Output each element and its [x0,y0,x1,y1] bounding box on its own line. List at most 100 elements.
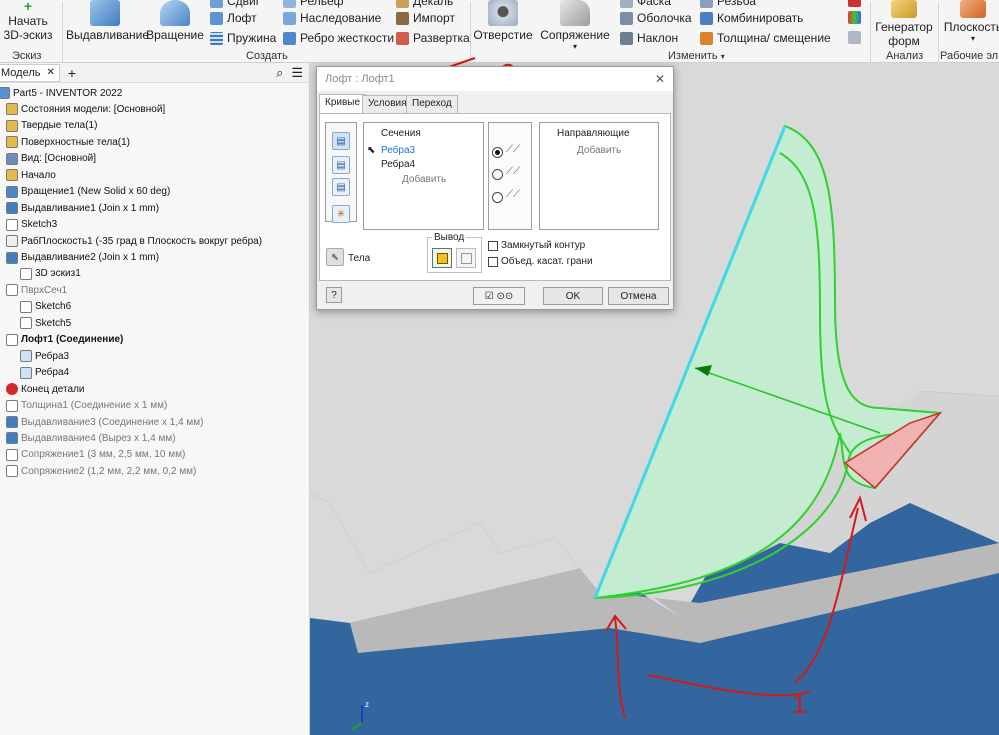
start-3d-sketch-button[interactable]: + Начать 3D-эскиз [2,0,54,42]
shell-button[interactable]: Оболочка [620,11,692,25]
tree-item[interactable]: Sketch6 [20,299,71,315]
dialog-title: Лофт : Лофт1 [325,73,395,85]
tree-item[interactable]: Состояния модели: [Основной] [6,101,165,117]
unite-button[interactable]: Сдвиг [210,0,260,8]
tree-item[interactable]: Выдавливание2 (Join x 1 mm) [6,250,159,266]
tree-item[interactable]: Толщина1 (Соединение x 1 мм) [6,398,167,414]
rib-button[interactable]: Ребро жесткости [283,31,394,45]
relief-button[interactable]: Рельеф [283,0,344,8]
chamfer-icon [620,0,633,8]
decal-button[interactable]: Декаль [396,0,453,8]
derive-button[interactable]: Наследование [283,11,381,25]
close-icon[interactable]: ✕ [46,67,54,78]
color-tool-button[interactable] [848,11,861,24]
tree-item[interactable]: Выдавливание3 (Соединение x 1,4 мм) [6,414,203,430]
fillet-button[interactable]: Сопряжение ▾ [538,0,612,51]
add-tab-button[interactable]: + [68,65,76,81]
tree-item[interactable]: Выдавливание4 (Вырез x 1,4 мм) [6,430,176,446]
sections-add-link[interactable]: Добавить [402,174,446,185]
unfold-button[interactable]: Развертка [396,31,470,45]
close-icon[interactable]: ✕ [655,72,665,86]
tree-item[interactable]: ПврхСеч1 [6,282,67,298]
tree-item[interactable]: Part5 - INVENTOR 2022 [0,85,122,101]
modify-group-label[interactable]: Изменить ▾ [668,50,725,62]
select-sketch-button[interactable]: ▤ [332,156,350,174]
delete-face-button[interactable] [848,31,861,44]
ok-button[interactable]: OK [543,287,603,305]
extra-tool-button[interactable] [848,0,861,7]
tree-item[interactable]: Сопряжение1 (3 мм, 2,5 мм, 10 мм) [6,447,185,463]
tree-item[interactable]: Sketch3 [6,217,57,233]
plane-button[interactable]: Плоскость ▾ [940,0,999,43]
thicken-label: Толщина/ смещение [717,31,831,45]
tree-item-label: Лофт1 (Соединение) [21,334,124,346]
select-sections-button[interactable]: ▤ [332,132,350,150]
folder-icon [6,169,18,182]
select-profile-button[interactable]: ▤ [332,178,350,196]
cancel-button[interactable]: Отмена [608,287,669,305]
tab-conditions[interactable]: Условия [362,95,413,113]
plane-label: Плоскость [943,20,999,34]
select-point-button[interactable]: ✳ [332,205,350,223]
combine-label: Комбинировать [717,11,804,25]
import-button[interactable]: Импорт [396,11,455,25]
loft-type-centerline-radio[interactable] [492,169,503,180]
loft-button[interactable]: Лофт [210,11,257,25]
preview-toggle[interactable]: ☑ ⊙⊙ [473,287,525,305]
tree-item[interactable]: 3D эскиз1 [20,266,81,282]
tree-item[interactable]: Ребра4 [20,365,69,381]
ok-label: OK [565,290,581,302]
tree-item-label: 3D эскиз1 [35,268,81,280]
tree-item[interactable]: Выдавливание1 (Join x 1 mm) [6,200,159,216]
combine-button[interactable]: Комбинировать [700,11,803,25]
revolve-button[interactable]: Вращение [146,0,204,42]
closed-loop-checkbox[interactable]: Замкнутый контур [488,240,585,251]
menu-icon[interactable]: ☰ [291,65,303,81]
section-item-rebra4[interactable]: Ребра4 [381,159,415,170]
thread-button[interactable]: Резьба [700,0,756,8]
help-button[interactable]: ? [326,287,342,303]
dialog-titlebar[interactable]: Лофт : Лофт1 ✕ [317,67,673,91]
tree-item[interactable]: Вращение1 (New Solid x 60 deg) [6,184,170,200]
tab-conditions-label: Условия [368,98,407,109]
output-label: Вывод [432,232,467,243]
chamfer-button[interactable]: Фаска [620,0,671,8]
tree-item[interactable]: Лофт1 (Соединение) [6,332,123,348]
shell-icon [620,11,633,25]
extrude-button[interactable]: Выдавливание [66,0,150,42]
coil-button[interactable]: Пружина [210,31,276,45]
fillet-icon [560,0,590,26]
section-item-rebra3[interactable]: Ребра3 [381,145,415,156]
rails-add-link[interactable]: Добавить [577,145,621,156]
tree-item[interactable]: Вид: [Основной] [6,151,96,167]
output-surface-button[interactable] [456,248,476,268]
tree-item[interactable]: Ребра3 [20,348,69,364]
chevron-down-icon: ▾ [970,34,975,43]
bodies-select-button[interactable]: ⬉ [326,248,344,266]
tree-item[interactable]: Конец детали [6,381,85,397]
tree-item[interactable]: Поверхностные тела(1) [6,134,130,150]
tree-item[interactable]: Сопряжение2 (1,2 мм, 2,2 мм, 0,2 мм) [6,463,196,479]
tab-curves[interactable]: Кривые [319,94,367,114]
extrude-label: Выдавливание [66,28,150,42]
revolve-icon [160,0,190,26]
output-solid-button[interactable] [432,248,452,268]
tree-item[interactable]: РабПлоскость1 (-35 град в Плоскость вокр… [6,233,262,249]
loft-type-area-radio[interactable] [492,192,503,203]
tree-item[interactable]: Sketch5 [20,315,71,331]
section-icon [6,284,18,297]
shape-generator-button[interactable]: Генератор форм [872,0,936,48]
merge-tangent-faces-checkbox[interactable]: Объед. касат. грани [488,256,593,267]
hole-button[interactable]: Отверстие [472,0,534,42]
derive-label: Наследование [300,11,382,25]
tree-item-label: Sketch3 [21,219,58,231]
loft-type-rails-radio[interactable] [492,147,503,158]
tab-transition[interactable]: Переход [406,95,458,113]
draft-button[interactable]: Наклон [620,31,678,45]
thicken-button[interactable]: Толщина/ смещение [700,31,831,45]
toolbox-icon [848,0,861,7]
tree-item[interactable]: Начало [6,167,56,183]
search-icon[interactable]: ⌕ [276,65,283,81]
tree-item[interactable]: Твердые тела(1) [6,118,97,134]
browser-tab-model[interactable]: Модель ✕ [0,63,60,82]
